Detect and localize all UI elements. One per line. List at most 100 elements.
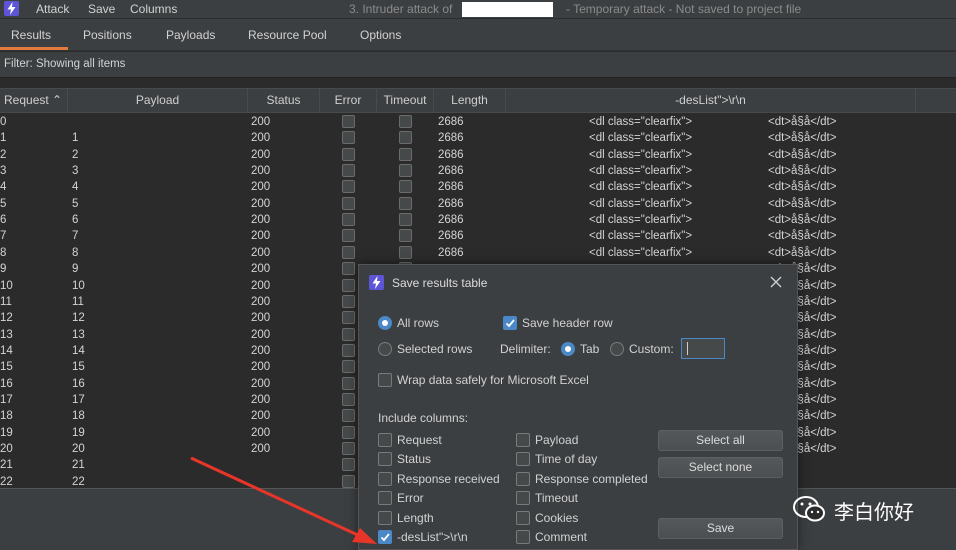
tab-options[interactable]: Options xyxy=(360,28,401,42)
cell-length: 2686 xyxy=(438,132,464,145)
tab-resource-pool[interactable]: Resource Pool xyxy=(248,28,327,42)
cell-grep-dl: <dl class="clearfix"> xyxy=(589,165,693,178)
cell-request: 12 xyxy=(0,312,13,325)
custom-delimiter-radio[interactable] xyxy=(610,342,624,356)
include-time-of-day-checkbox[interactable] xyxy=(516,452,530,466)
column-status[interactable]: Status xyxy=(248,89,320,112)
table-row[interactable]: 3 3 200 2686 <dl class="clearfix"> <dt>å§å… xyxy=(0,163,956,179)
table-row[interactable]: 1 1 200 2686 <dl class="clearfix"> <dt>å§å… xyxy=(0,130,956,146)
cell-request: 6 xyxy=(0,214,7,227)
cell-status: 200 xyxy=(251,116,271,128)
include-comment-label: Comment xyxy=(535,530,588,544)
cell-error-checkbox xyxy=(342,343,355,357)
include-length-checkbox[interactable] xyxy=(378,511,392,525)
menu-attack[interactable]: Attack xyxy=(36,2,69,16)
select-none-button[interactable]: Select none xyxy=(658,457,783,478)
table-row[interactable]: 5 5 200 2686 <dl class="clearfix"> <dt>å§å… xyxy=(0,196,956,212)
include-response-completed-checkbox[interactable] xyxy=(516,472,530,486)
wrap-excel-checkbox[interactable] xyxy=(378,373,392,387)
cell-error-checkbox xyxy=(342,474,355,488)
cell-grep-dl: <dl class="clearfix"> xyxy=(589,214,693,227)
column-length[interactable]: Length xyxy=(434,89,506,112)
include-timeout-label: Timeout xyxy=(535,491,578,505)
cell-status: 200 xyxy=(251,214,271,227)
save-button[interactable]: Save xyxy=(658,518,783,539)
window-title-prefix: 3. Intruder attack of xyxy=(349,2,453,16)
results-table-header: Request ⌃ Payload Status Error Timeout L… xyxy=(0,88,956,113)
cell-error-checkbox xyxy=(342,180,355,194)
cell-payload: 12 xyxy=(72,312,85,325)
menu-save[interactable]: Save xyxy=(88,2,115,16)
table-row[interactable]: 8 8 200 2686 <dl class="clearfix"> <dt>å§å… xyxy=(0,245,956,261)
tab-delimiter-label: Tab xyxy=(580,342,600,356)
custom-delimiter-input[interactable] xyxy=(681,338,725,359)
include-comment-checkbox[interactable] xyxy=(516,530,530,544)
cell-request: 16 xyxy=(0,377,13,390)
cell-status: 200 xyxy=(251,344,271,357)
cell-payload: 5 xyxy=(72,197,79,210)
include-grep-checkbox[interactable] xyxy=(378,530,392,544)
include-cookies-checkbox[interactable] xyxy=(516,511,530,525)
tab-positions[interactable]: Positions xyxy=(83,28,132,42)
cell-payload: 11 xyxy=(72,295,84,308)
cell-request: 18 xyxy=(0,410,13,423)
table-row[interactable]: 6 6 200 2686 <dl class="clearfix"> <dt>å§å… xyxy=(0,212,956,228)
include-request-label: Request xyxy=(397,433,442,447)
menu-bar: Attack Save Columns 3. Intruder attack o… xyxy=(0,0,956,19)
cell-error-checkbox xyxy=(342,196,355,210)
include-length-label: Length xyxy=(397,511,434,525)
cell-request: 14 xyxy=(0,344,13,357)
select-all-button[interactable]: Select all xyxy=(658,430,783,451)
include-payload-checkbox[interactable] xyxy=(516,433,530,447)
include-status-checkbox[interactable] xyxy=(378,452,392,466)
selected-rows-radio[interactable] xyxy=(378,342,392,356)
tab-results[interactable]: Results xyxy=(11,28,51,42)
cell-grep-dt: <dt>å§å</dt> xyxy=(768,214,837,227)
column-grep[interactable]: -desList">\r\n xyxy=(506,89,916,112)
column-timeout[interactable]: Timeout xyxy=(377,89,434,112)
all-rows-radio[interactable] xyxy=(378,316,392,330)
cell-error-checkbox xyxy=(342,115,355,128)
cell-request: 0 xyxy=(0,116,7,128)
column-request[interactable]: Request ⌃ xyxy=(0,89,68,112)
cell-request: 5 xyxy=(0,197,7,210)
table-row[interactable]: 2 2 200 2686 <dl class="clearfix"> <dt>å§å… xyxy=(0,147,956,163)
column-payload[interactable]: Payload xyxy=(68,89,248,112)
cell-payload: 2 xyxy=(72,148,79,161)
sort-ascending-icon: ⌃ xyxy=(52,93,63,107)
burp-logo-icon xyxy=(369,275,384,290)
tab-delimiter-radio[interactable] xyxy=(561,342,575,356)
wechat-logo-icon xyxy=(793,496,825,522)
menu-columns[interactable]: Columns xyxy=(130,2,177,16)
include-timeout-checkbox[interactable] xyxy=(516,491,530,505)
close-icon[interactable] xyxy=(767,273,785,291)
table-row[interactable]: 7 7 200 2686 <dl class="clearfix"> <dt>å§å… xyxy=(0,228,956,244)
filter-bar[interactable]: Filter: Showing all items xyxy=(0,52,956,78)
cell-length: 2686 xyxy=(438,148,464,161)
cell-payload: 4 xyxy=(72,181,79,194)
save-header-row-checkbox[interactable] xyxy=(503,316,517,330)
cell-error-checkbox xyxy=(342,229,355,243)
cell-payload: 6 xyxy=(72,214,79,227)
table-row[interactable]: 0 200 2686 <dl class="clearfix"> <dt>å§å<… xyxy=(0,114,956,130)
cell-grep-dl: <dl class="clearfix"> xyxy=(589,197,693,210)
all-rows-label: All rows xyxy=(397,316,440,330)
cell-length: 2686 xyxy=(438,116,464,128)
active-tab-indicator xyxy=(0,47,68,50)
custom-delimiter-label: Custom: xyxy=(629,342,674,356)
wrap-excel-label: Wrap data safely for Microsoft Excel xyxy=(397,373,589,387)
table-row[interactable]: 4 4 200 2686 <dl class="clearfix"> <dt>å§å… xyxy=(0,179,956,195)
cell-timeout-checkbox xyxy=(399,131,412,145)
include-response-received-checkbox[interactable] xyxy=(378,472,392,486)
cell-error-checkbox xyxy=(342,294,355,308)
cell-payload: 1 xyxy=(72,132,79,145)
wechat-watermark: 李白你好 xyxy=(792,490,952,530)
tab-payloads[interactable]: Payloads xyxy=(166,28,215,42)
include-request-checkbox[interactable] xyxy=(378,433,392,447)
cell-timeout-checkbox xyxy=(399,196,412,210)
include-error-checkbox[interactable] xyxy=(378,491,392,505)
cell-request: 20 xyxy=(0,443,13,455)
cell-payload: 22 xyxy=(72,475,85,488)
column-error[interactable]: Error xyxy=(320,89,377,112)
cell-request: 21 xyxy=(0,459,13,472)
